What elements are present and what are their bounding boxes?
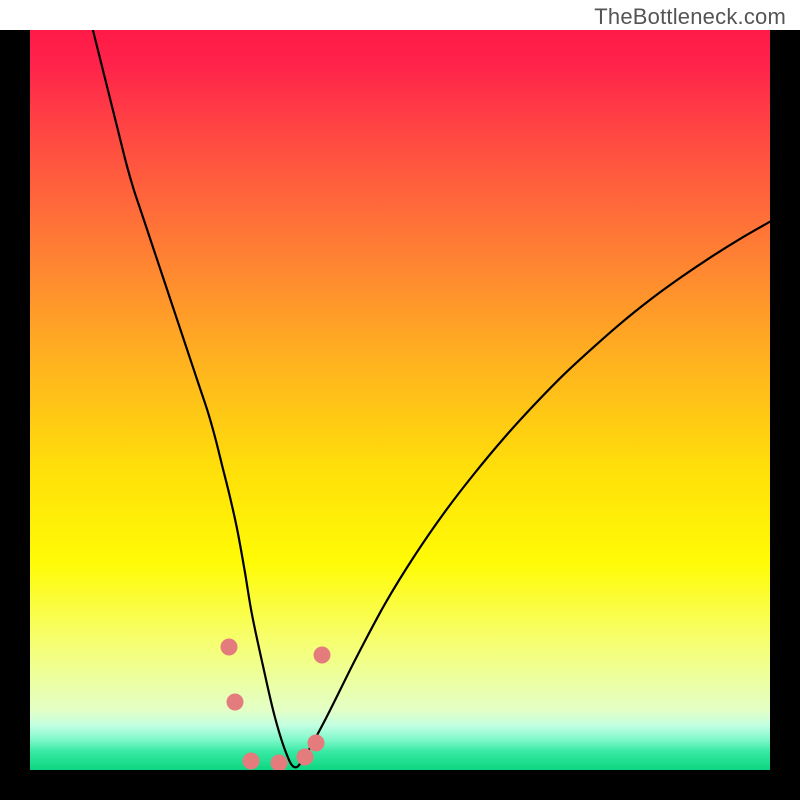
data-markers-layer [30, 30, 770, 770]
series-marker [270, 755, 287, 770]
watermark-text: TheBottleneck.com [594, 4, 786, 30]
chart-stage: TheBottleneck.com [0, 0, 800, 800]
series-marker [313, 647, 330, 664]
chart-outer-frame [0, 30, 800, 800]
series-marker [221, 639, 238, 656]
series-marker [226, 693, 243, 710]
series-marker [297, 749, 314, 766]
chart-plot-area [30, 30, 770, 770]
series-marker [242, 753, 259, 770]
series-marker [308, 734, 325, 751]
